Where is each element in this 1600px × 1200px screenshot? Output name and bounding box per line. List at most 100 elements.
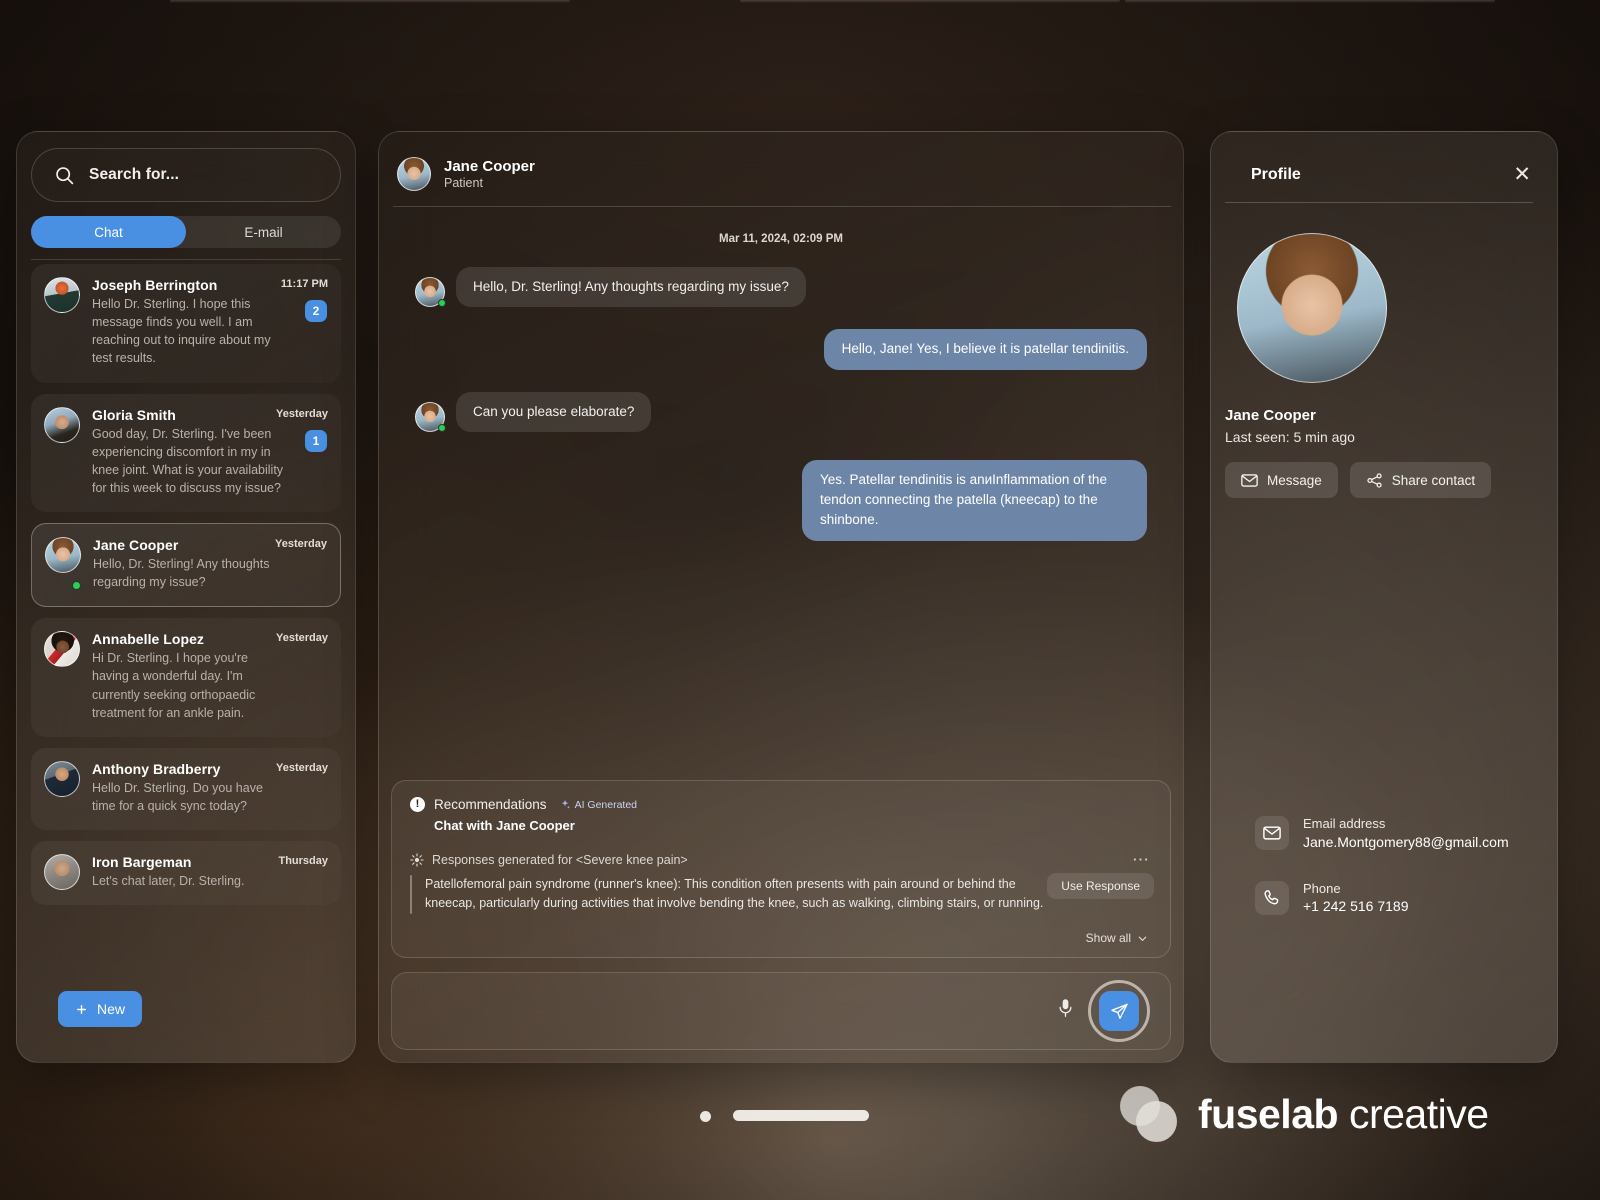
recommendations-subtitle: Chat with Jane Cooper <box>434 818 575 833</box>
message-composer[interactable] <box>391 972 1171 1050</box>
brand-text: fuselab creative <box>1198 1091 1489 1138</box>
unread-badge: 1 <box>305 429 327 452</box>
chat-header: Jane Cooper Patient <box>379 132 1183 191</box>
profile-title: Profile <box>1251 165 1301 183</box>
message-date-divider: Mar 11, 2024, 02:09 PM <box>718 233 844 245</box>
chat-contact-role: Patient <box>444 176 483 191</box>
alert-icon: ! <box>410 797 425 812</box>
conversation-name: Anthony Bradberry <box>92 760 221 777</box>
close-icon[interactable]: ✕ <box>1513 164 1531 185</box>
sidebar-panel: Search for... Chat E-mail Joseph Berring… <box>16 131 356 1063</box>
search-input[interactable]: Search for... <box>31 148 341 202</box>
conversation-preview: Let's chat later, Dr. Sterling. <box>92 874 245 888</box>
avatar <box>45 537 81 591</box>
message-row: Hello, Jane! Yes, I believe it is patell… <box>415 329 1147 370</box>
conversation-name: Iron Bargeman <box>92 854 192 870</box>
microphone-icon <box>1059 999 1072 1017</box>
message-row: Hello, Dr. Sterling! Any thoughts regard… <box>415 267 1147 308</box>
conversation-item[interactable]: Annabelle Lopez Hi Dr. Sterling. I hope y… <box>31 618 341 737</box>
send-paper-plane-icon <box>1110 1003 1128 1019</box>
message-bubble-outgoing: Yes. Patellar tendinitis is anиInflammat… <box>802 459 1147 541</box>
conversation-time: Yesterday <box>276 632 328 645</box>
profile-header: Profile ✕ <box>1211 132 1557 185</box>
conversation-item[interactable]: Gloria Smith Good day, Dr. Sterling. I've… <box>31 393 341 512</box>
profile-contact-email[interactable]: Email address Jane.Montgomery88@gmail.co… <box>1255 815 1509 851</box>
brand-logo: fuselab creative <box>1120 1086 1489 1142</box>
conversation-item[interactable]: Jane Cooper Hello, Dr. Sterling! Any thou… <box>31 523 341 608</box>
conversation-item[interactable]: Anthony Bradberry Hello Dr. Sterling. Do … <box>31 747 341 830</box>
conversation-name: Joseph Berrington <box>92 277 218 293</box>
sun-sparkle-icon <box>410 853 424 867</box>
profile-name: Jane Cooper <box>1225 407 1316 424</box>
top-window-hint-mid <box>740 0 1120 3</box>
conversation-preview: Hello Dr. Sterling. Do you have time for… <box>92 780 263 813</box>
chat-email-toggle: Chat E-mail <box>31 216 341 248</box>
profile-share-contact-button[interactable]: Share contact <box>1349 462 1492 498</box>
envelope-icon <box>1255 816 1289 851</box>
share-icon <box>1367 472 1382 488</box>
profile-body: Jane Cooper Last seen: 5 min ago Message… <box>1211 233 1557 498</box>
conversation-item[interactable]: Joseph Berrington Hello Dr. Sterling. I h… <box>31 264 341 383</box>
conversation-name: Jane Cooper <box>93 537 179 553</box>
message-bubble-incoming: Hello, Dr. Sterling! Any thoughts regard… <box>456 267 806 308</box>
avatar <box>44 631 80 722</box>
phone-label: Phone <box>1303 880 1341 896</box>
message-list: Mar 11, 2024, 02:09 PM Hello, Dr. Sterli… <box>379 207 1183 541</box>
page-indicator-dot[interactable] <box>700 1111 711 1122</box>
online-indicator <box>72 581 81 591</box>
home-indicator-bar[interactable] <box>733 1110 869 1121</box>
plus-icon <box>77 1004 86 1014</box>
tab-email[interactable]: E-mail <box>186 216 341 248</box>
recommendations-generated-for: Responses generated for <Severe knee pai… <box>432 853 688 867</box>
top-window-hint-right <box>1125 0 1495 3</box>
message-bubble-outgoing: Hello, Jane! Yes, I believe it is patell… <box>823 329 1147 370</box>
chat-header-avatar <box>397 157 431 191</box>
email-label: Email address <box>1303 816 1386 832</box>
profile-last-seen: Last seen: 5 min ago <box>1225 429 1355 445</box>
profile-actions: Message Share contact <box>1225 462 1557 498</box>
conversation-time: Yesterday <box>275 538 327 550</box>
conversation-time: Yesterday <box>276 407 328 420</box>
conversation-item[interactable]: Iron Bargeman Let's chat later, Dr. Sterl… <box>31 841 341 906</box>
phone-icon <box>1255 880 1289 915</box>
recommendations-more-button[interactable]: ⋯ <box>1132 851 1150 868</box>
recommendations-body: Patellofemoral pain syndrome (runner's k… <box>410 875 1152 914</box>
ai-generated-label: AI Generated <box>574 798 638 811</box>
envelope-icon <box>1241 473 1258 487</box>
profile-message-label: Message <box>1267 472 1322 488</box>
recommendation-response-text: Patellofemoral pain syndrome (runner's k… <box>425 877 1044 911</box>
tab-chat[interactable]: Chat <box>31 216 186 248</box>
send-button[interactable] <box>1088 980 1150 1042</box>
recommendations-title: Recommendations <box>434 797 547 812</box>
profile-contact-list: Email address Jane.Montgomery88@gmail.co… <box>1255 815 1509 916</box>
chat-panel: Jane Cooper Patient Mar 11, 2024, 02:09 … <box>378 131 1184 1063</box>
avatar <box>44 406 80 498</box>
conversation-time: Yesterday <box>276 761 328 774</box>
profile-avatar <box>1237 233 1387 383</box>
conversation-preview: Hello, Dr. Sterling! Any thoughts regard… <box>93 557 270 590</box>
conversation-list[interactable]: Joseph Berrington Hello Dr. Sterling. I h… <box>17 256 355 972</box>
search-icon <box>56 166 74 184</box>
conversation-preview: Good day, Dr. Sterling. I've been experi… <box>92 426 284 495</box>
profile-message-button[interactable]: Message <box>1225 462 1338 498</box>
avatar <box>44 760 80 815</box>
message-avatar <box>415 277 446 308</box>
use-response-button[interactable]: Use Response <box>1047 873 1154 899</box>
new-button-label: New <box>97 1001 126 1017</box>
recommendations-panel: ! Recommendations AI Generated Chat with… <box>391 780 1171 958</box>
microphone-button[interactable] <box>1057 997 1074 1025</box>
profile-divider <box>1225 202 1533 203</box>
top-window-hint-left <box>170 0 570 3</box>
new-conversation-button[interactable]: New <box>58 991 143 1027</box>
conversation-name: Gloria Smith <box>92 406 176 423</box>
fuselab-logo-mark <box>1120 1086 1177 1142</box>
show-all-label: Show all <box>1085 931 1131 945</box>
search-placeholder-text: Search for... <box>89 166 180 183</box>
brand-name-light: creative <box>1348 1090 1489 1137</box>
avatar <box>44 277 80 368</box>
show-all-button[interactable]: Show all <box>1086 931 1148 945</box>
avatar <box>44 854 80 890</box>
profile-contact-phone[interactable]: Phone +1 242 516 7189 <box>1255 880 1509 916</box>
profile-share-label: Share contact <box>1391 472 1476 488</box>
message-row: Yes. Patellar tendinitis is anиInflammat… <box>415 459 1147 541</box>
